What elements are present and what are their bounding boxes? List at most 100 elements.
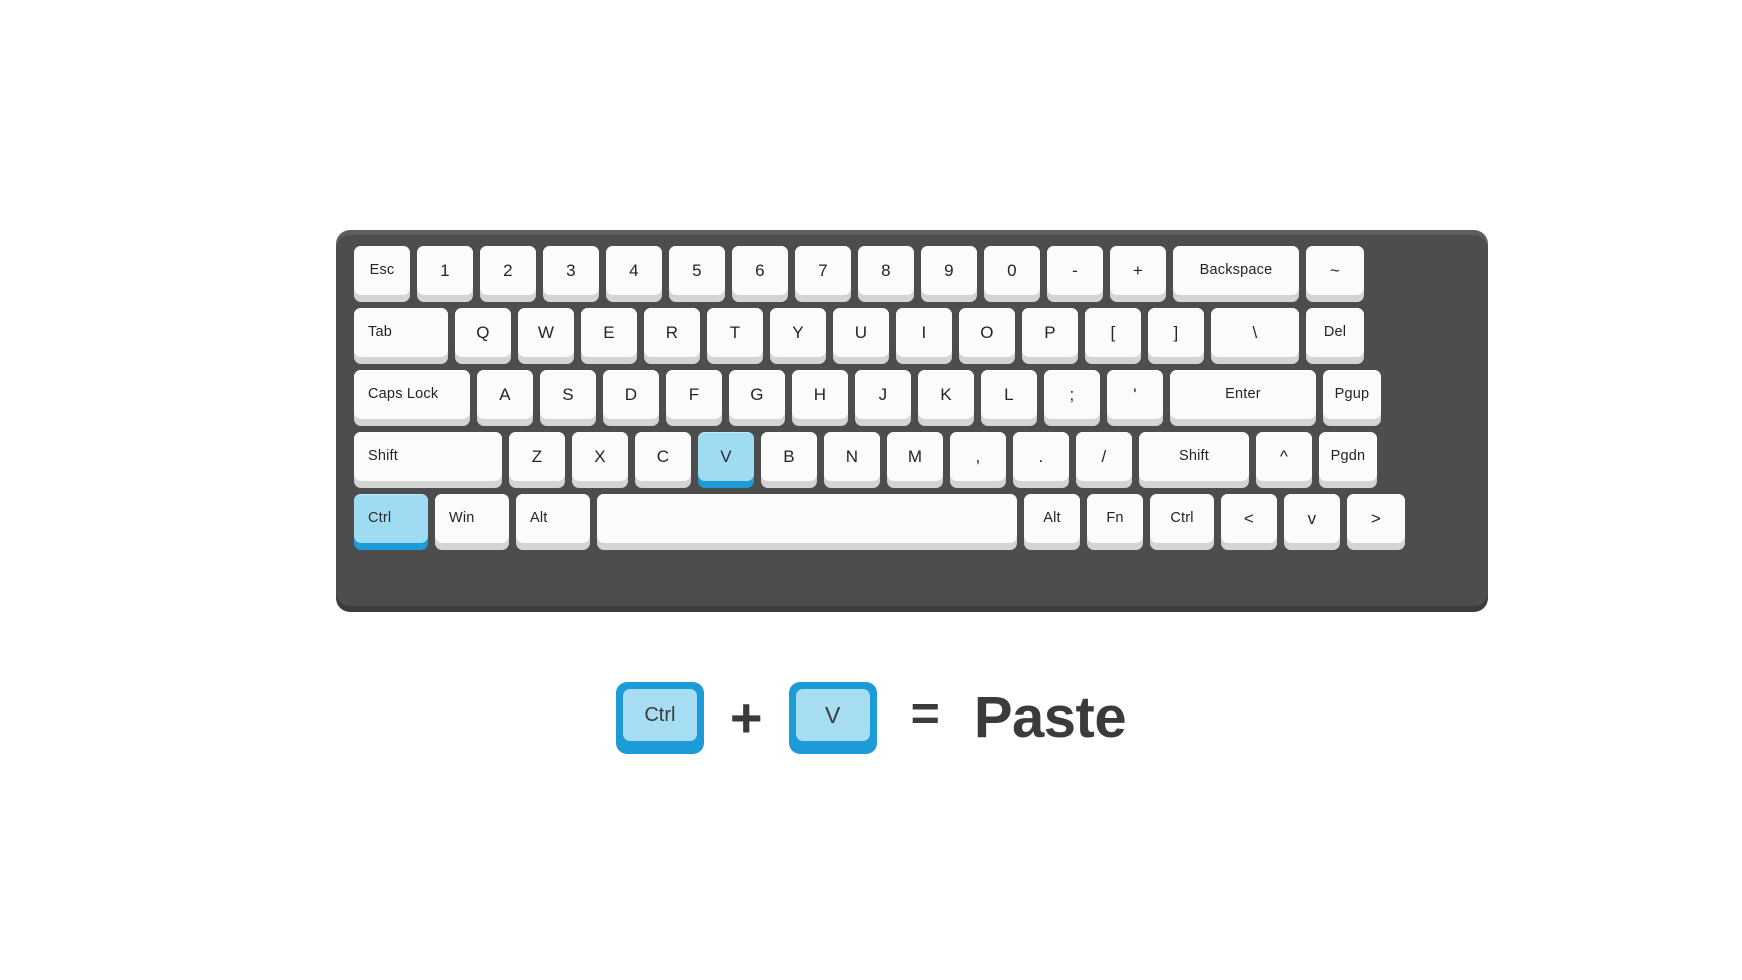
key-x[interactable]: X	[572, 432, 628, 488]
keycap: Y	[770, 308, 826, 357]
key-w[interactable]: W	[518, 308, 574, 364]
key-legend: Ctrl	[368, 510, 392, 527]
keyboard-row-home-row: Caps Lock A S D F G H J K L; ' Enter Pgup	[354, 370, 1470, 426]
key-0[interactable]: 0	[984, 246, 1040, 302]
key-legend: <	[1243, 509, 1255, 528]
key-space[interactable]: \	[1211, 308, 1299, 364]
key-space[interactable]: [	[1085, 308, 1141, 364]
key-space[interactable]: .	[1013, 432, 1069, 488]
key-legend: Y	[792, 323, 804, 342]
key-legend: 8	[881, 261, 891, 280]
key-s[interactable]: S	[540, 370, 596, 426]
legend-ctrl-key[interactable]: Ctrl	[615, 682, 704, 754]
legend-v-key-face: V	[795, 689, 870, 741]
key-b[interactable]: B	[761, 432, 817, 488]
key-ctrl[interactable]: Ctrl	[354, 494, 428, 550]
key-space[interactable]: ~	[1306, 246, 1364, 302]
key-4[interactable]: 4	[606, 246, 662, 302]
key-legend: A	[499, 385, 511, 404]
key-backspace[interactable]: Backspace	[1173, 246, 1299, 302]
key-enter[interactable]: Enter	[1170, 370, 1316, 426]
key-q[interactable]: Q	[455, 308, 511, 364]
keycap: Alt	[1024, 494, 1080, 543]
key-v[interactable]: v	[1284, 494, 1340, 550]
key-n[interactable]: N	[824, 432, 880, 488]
key-alt[interactable]: Alt	[1024, 494, 1080, 550]
keycap: V	[698, 432, 754, 481]
key-m[interactable]: M	[887, 432, 943, 488]
key-caps-lock[interactable]: Caps Lock	[354, 370, 470, 426]
key-pgdn[interactable]: Pgdn	[1319, 432, 1377, 488]
key-legend: Pgup	[1334, 386, 1370, 403]
key-z[interactable]: Z	[509, 432, 565, 488]
key-o[interactable]: O	[959, 308, 1015, 364]
key-shift[interactable]: Shift	[354, 432, 502, 488]
keycap: G	[729, 370, 785, 419]
keycap: H	[792, 370, 848, 419]
key-k[interactable]: K	[918, 370, 974, 426]
key-3[interactable]: 3	[543, 246, 599, 302]
key-del[interactable]: Del	[1306, 308, 1364, 364]
key-space[interactable]: <	[1221, 494, 1277, 550]
key-f[interactable]: F	[666, 370, 722, 426]
key-j[interactable]: J	[855, 370, 911, 426]
keycap: \	[1211, 308, 1299, 357]
key-legend: P	[1044, 323, 1056, 342]
key-space[interactable]: -	[1047, 246, 1103, 302]
key-alt[interactable]: Alt	[516, 494, 590, 550]
key-space[interactable]: ]	[1148, 308, 1204, 364]
key-i[interactable]: I	[896, 308, 952, 364]
key-5[interactable]: 5	[669, 246, 725, 302]
keycap: ,	[950, 432, 1006, 481]
key-2[interactable]: 2	[480, 246, 536, 302]
key-r[interactable]: R	[644, 308, 700, 364]
keycap: S	[540, 370, 596, 419]
key-fn[interactable]: Fn	[1087, 494, 1143, 550]
keycap: 3	[543, 246, 599, 295]
key-y[interactable]: Y	[770, 308, 826, 364]
key-legend: O	[980, 323, 994, 342]
key-ctrl[interactable]: Ctrl	[1150, 494, 1214, 550]
key-space[interactable]: ^	[1256, 432, 1312, 488]
legend-v-key[interactable]: V	[788, 682, 877, 754]
key-space[interactable]	[597, 494, 1017, 550]
key-legend: N	[845, 447, 859, 466]
keyboard-row-bottom-row: Ctrl Win Alt Alt Fn Ctrl < v >	[354, 494, 1470, 550]
key-space[interactable]: ,	[950, 432, 1006, 488]
key-legend: 0	[1007, 261, 1017, 280]
key-space[interactable]: ;	[1044, 370, 1100, 426]
key-h[interactable]: H	[792, 370, 848, 426]
key-d[interactable]: D	[603, 370, 659, 426]
key-space[interactable]: '	[1107, 370, 1163, 426]
key-7[interactable]: 7	[795, 246, 851, 302]
key-pgup[interactable]: Pgup	[1323, 370, 1381, 426]
keycap: 7	[795, 246, 851, 295]
key-t[interactable]: T	[707, 308, 763, 364]
key-space[interactable]: /	[1076, 432, 1132, 488]
key-legend: 3	[566, 261, 576, 280]
key-p[interactable]: P	[1022, 308, 1078, 364]
key-a[interactable]: A	[477, 370, 533, 426]
key-shift[interactable]: Shift	[1139, 432, 1249, 488]
key-l[interactable]: L	[981, 370, 1037, 426]
keycap: 5	[669, 246, 725, 295]
key-legend: F	[688, 385, 700, 404]
key-space[interactable]: >	[1347, 494, 1405, 550]
key-space[interactable]: +	[1110, 246, 1166, 302]
key-u[interactable]: U	[833, 308, 889, 364]
key-legend: D	[624, 385, 638, 404]
key-legend: C	[656, 447, 670, 466]
key-e[interactable]: E	[581, 308, 637, 364]
keycap: v	[1284, 494, 1340, 543]
key-9[interactable]: 9	[921, 246, 977, 302]
key-1[interactable]: 1	[417, 246, 473, 302]
key-c[interactable]: C	[635, 432, 691, 488]
key-win[interactable]: Win	[435, 494, 509, 550]
key-6[interactable]: 6	[732, 246, 788, 302]
key-g[interactable]: G	[729, 370, 785, 426]
key-tab[interactable]: Tab	[354, 308, 448, 364]
key-v[interactable]: V	[698, 432, 754, 488]
key-esc[interactable]: Esc	[354, 246, 410, 302]
key-8[interactable]: 8	[858, 246, 914, 302]
key-legend: 1	[440, 261, 450, 280]
